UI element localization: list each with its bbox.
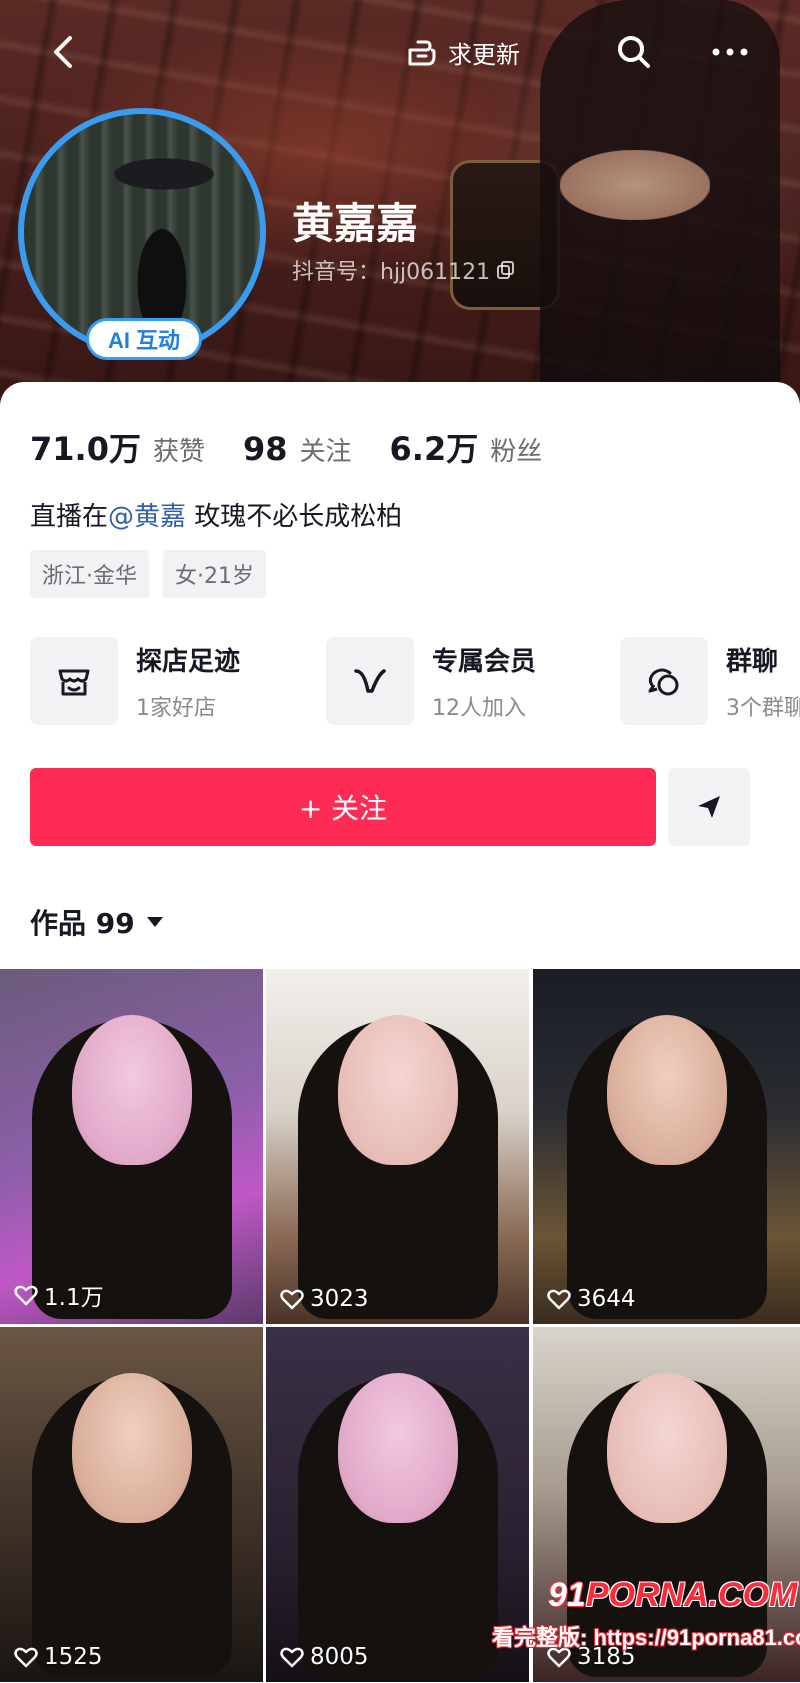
bio-suffix: 玫瑰不必长成松柏 (186, 502, 403, 532)
heart-icon (280, 1289, 304, 1310)
following-label: 关注 (299, 437, 352, 467)
feature-group-title: 群聊 (726, 646, 779, 677)
feature-membership[interactable]: 专属会员 12人加入 (326, 636, 536, 726)
search-icon (618, 36, 650, 68)
thumbnail-face (606, 1014, 727, 1165)
more-options-button[interactable] (706, 32, 754, 72)
like-count-text: 1525 (44, 1644, 103, 1670)
likes-count[interactable]: 71.0万 (30, 424, 141, 470)
like-count-text: 1.1万 (44, 1285, 104, 1311)
watermark-logo-prefix: 91 (548, 1576, 586, 1614)
video-thumbnail[interactable]: 1525 (0, 1327, 263, 1682)
feature-membership-subtitle: 12人加入 (432, 695, 526, 721)
request-update-label: 求更新 (448, 40, 520, 69)
top-bar: 求更新 (0, 20, 800, 80)
feature-membership-title: 专属会员 (432, 646, 537, 677)
heart-icon (14, 1647, 38, 1668)
thumbnail-face (71, 1014, 192, 1165)
ai-interaction-badge[interactable]: AI 互动 (86, 318, 202, 360)
feature-shop-visits[interactable]: 探店足迹 1家好店 (30, 636, 240, 726)
video-like-count: 1525 (14, 1644, 103, 1670)
profile-header-background: 求更新 AI 互动 黄嘉嘉 抖音号：hjj061121 (0, 0, 800, 420)
feature-group-subtitle: 3个群聊 (726, 695, 800, 721)
thumbnail-face (337, 1014, 458, 1165)
share-button[interactable] (668, 768, 750, 846)
video-like-count: 8005 (280, 1644, 369, 1670)
douyin-id-text: 抖音号：hjj061121 (292, 260, 491, 285)
site-watermark: 91PORNA.COM 看完整版: https://91porna81.com (488, 1560, 800, 1670)
copy-icon[interactable] (496, 260, 516, 280)
followers-count[interactable]: 6.2万 (390, 424, 479, 470)
following-count[interactable]: 98 (243, 430, 288, 468)
store-icon (30, 637, 118, 725)
heart-icon (547, 1289, 571, 1310)
vip-v-icon (326, 637, 414, 725)
bio-prefix: 直播在 (30, 502, 109, 532)
video-thumbnail[interactable]: 3023 (266, 969, 529, 1324)
thumbnail-face (606, 1372, 727, 1523)
watermark-logo: 91PORNA.COM (548, 1576, 797, 1615)
video-like-count: 1.1万 (14, 1278, 104, 1312)
like-count-text: 3644 (577, 1286, 636, 1312)
search-button[interactable] (614, 32, 654, 72)
watermark-url: 看完整版: https://91porna81.com (492, 1625, 800, 1650)
heart-icon (14, 1285, 38, 1306)
profile-tags: 浙江·金华 女·21岁 (30, 550, 266, 598)
video-thumbnail[interactable]: 1.1万 (0, 969, 263, 1324)
thumbnail-face (71, 1372, 192, 1523)
followers-label: 粉丝 (490, 437, 543, 467)
chat-bubbles-icon (620, 637, 708, 725)
thumbnail-face (337, 1372, 458, 1523)
location-tag: 浙江·金华 (30, 550, 149, 598)
like-count-text: 8005 (310, 1644, 369, 1670)
feature-entries: 探店足迹 1家好店 专属会员 12人加入 群聊 3个群聊 (30, 636, 800, 726)
chevron-left-icon (54, 36, 72, 68)
video-like-count: 3023 (280, 1286, 369, 1312)
request-update-button[interactable]: 求更新 (404, 30, 520, 74)
douyin-id[interactable]: 抖音号：hjj061121 (292, 254, 516, 286)
video-thumbnail[interactable]: 3644 (533, 969, 800, 1324)
bio: 直播在@黄嘉 玫瑰不必长成松柏 (30, 496, 402, 533)
hand-point-icon (408, 40, 436, 66)
feature-shop-subtitle: 1家好店 (136, 695, 216, 721)
nickname: 黄嘉嘉 (292, 199, 419, 248)
bio-mention-link[interactable]: @黄嘉 (108, 502, 186, 532)
heart-icon (280, 1647, 304, 1668)
gender-age-tag: 女·21岁 (163, 550, 266, 598)
likes-label: 获赞 (152, 437, 205, 467)
feature-shop-title: 探店足迹 (136, 646, 241, 677)
like-count-text: 3023 (310, 1286, 369, 1312)
follow-button[interactable]: + 关注 (30, 768, 656, 846)
back-button[interactable] (44, 32, 84, 72)
send-icon (698, 796, 720, 818)
works-tab[interactable]: 作品 99 (30, 902, 165, 942)
works-tab-label: 作品 99 (30, 907, 135, 940)
stats-row: 71.0万 获赞 98 关注 6.2万 粉丝 (30, 424, 580, 470)
feature-group-chat[interactable]: 群聊 3个群聊 (620, 636, 800, 726)
background-figure-hands (560, 150, 710, 220)
video-like-count: 3644 (547, 1286, 636, 1312)
caret-down-icon (146, 917, 163, 927)
more-dots-icon (712, 48, 748, 56)
watermark-logo-text: PORNA.COM (585, 1576, 798, 1614)
